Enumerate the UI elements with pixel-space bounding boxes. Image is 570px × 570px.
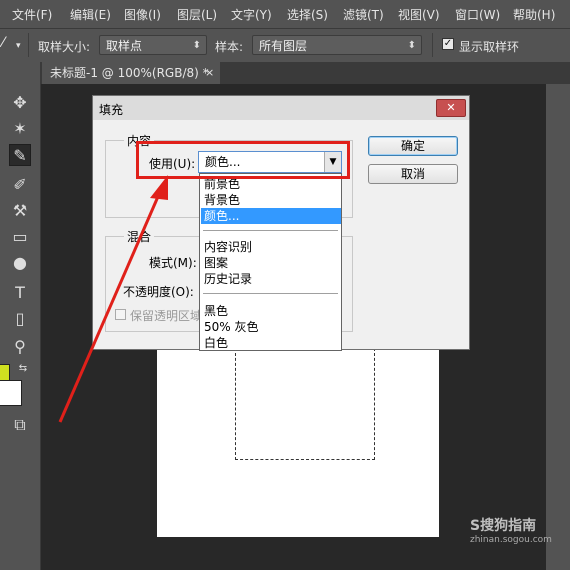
- panel-strip: [546, 84, 570, 570]
- option-content-aware[interactable]: 内容识别: [201, 239, 341, 255]
- show-ring-checkbox[interactable]: ✓: [442, 38, 454, 50]
- selection-marquee: [235, 348, 375, 460]
- options-bar: ⁄ ▾ 取样大小: 取样点 ⬍ 样本: 所有图层 ⬍ ✓ 显示取样环: [0, 29, 570, 63]
- chevron-updown-icon: ⬍: [407, 40, 416, 51]
- show-ring-label: 显示取样环: [459, 40, 520, 54]
- type-tool-icon[interactable]: T: [9, 282, 31, 304]
- blending-group-title: 混合: [124, 228, 155, 245]
- dialog-title: 填充: [99, 103, 124, 117]
- watermark: S搜狗指南 zhinan.sogou.com: [470, 515, 552, 545]
- menu-bar: 文件(F) 编辑(E) 图像(I) 图层(L) 文字(Y) 选择(S) 滤镜(T…: [0, 0, 570, 29]
- annotation-highlight-box: [136, 141, 350, 179]
- sample-size-value: 取样点: [106, 39, 143, 53]
- gradient-tool-icon[interactable]: ▭: [9, 226, 31, 248]
- menu-layer[interactable]: 图层(L): [177, 6, 217, 23]
- ok-button[interactable]: 确定: [368, 136, 458, 156]
- mode-label: 模式(M):: [149, 256, 197, 270]
- background-color-swatch[interactable]: [0, 380, 22, 406]
- menu-select[interactable]: 选择(S): [287, 6, 328, 23]
- option-history[interactable]: 历史记录: [201, 271, 341, 287]
- eyedropper-tool-icon[interactable]: ✎: [9, 144, 31, 166]
- option-50-gray[interactable]: 50% 灰色: [201, 319, 341, 335]
- dodge-tool-icon[interactable]: ●: [9, 252, 31, 274]
- option-pattern[interactable]: 图案: [201, 255, 341, 271]
- close-icon[interactable]: ✕: [436, 99, 466, 117]
- opacity-label: 不透明度(O):: [123, 285, 194, 299]
- use-dropdown-list: 前景色 背景色 颜色... 内容识别 图案 历史记录 黑色 50% 灰色 白色: [199, 173, 342, 351]
- brush-tool-icon[interactable]: ✐: [9, 174, 31, 196]
- menu-image[interactable]: 图像(I): [124, 6, 161, 23]
- menu-type[interactable]: 文字(Y): [231, 6, 272, 23]
- sample-size-label: 取样大小:: [38, 40, 91, 54]
- dropdown-divider: [203, 230, 338, 231]
- close-tab-icon[interactable]: ×: [205, 62, 214, 84]
- menu-filter[interactable]: 滤镜(T): [343, 6, 384, 23]
- document-tab-bar: 未标题-1 @ 100%(RGB/8) * ×: [40, 62, 570, 84]
- option-color[interactable]: 颜色...: [201, 208, 341, 224]
- document-tab-title: 未标题-1 @ 100%(RGB/8) *: [50, 66, 209, 80]
- eyedropper-preset-icon[interactable]: ⁄: [2, 35, 4, 51]
- watermark-url: zhinan.sogou.com: [470, 535, 552, 545]
- preserve-transparency-checkbox[interactable]: [115, 309, 126, 320]
- document-tab[interactable]: 未标题-1 @ 100%(RGB/8) * ×: [42, 62, 220, 84]
- option-white[interactable]: 白色: [201, 335, 341, 351]
- options-divider: [28, 33, 29, 57]
- tools-panel: ✥ ✶ ✎ ✐ ⚒ ▭ ● T ▯ ⚲ ⇆ ⧉: [0, 62, 41, 570]
- menu-file[interactable]: 文件(F): [12, 6, 52, 23]
- quick-mask-icon[interactable]: ⧉: [9, 414, 31, 436]
- move-tool-icon[interactable]: ✥: [9, 92, 31, 114]
- sample-label: 样本:: [215, 40, 244, 54]
- watermark-logo: S搜狗指南: [470, 518, 537, 534]
- option-background-color[interactable]: 背景色: [201, 192, 341, 208]
- options-divider: [432, 33, 433, 57]
- magic-wand-icon[interactable]: ✶: [9, 118, 31, 140]
- dropdown-divider: [203, 293, 338, 294]
- swap-colors-icon[interactable]: ⇆: [12, 358, 34, 380]
- option-black[interactable]: 黑色: [201, 303, 341, 319]
- rectangle-tool-icon[interactable]: ▯: [9, 308, 31, 330]
- preset-chevron-icon[interactable]: ▾: [16, 41, 21, 51]
- sample-select[interactable]: 所有图层 ⬍: [252, 35, 422, 55]
- chevron-updown-icon: ⬍: [192, 40, 201, 51]
- cancel-button[interactable]: 取消: [368, 164, 458, 184]
- zoom-tool-icon[interactable]: ⚲: [9, 336, 31, 358]
- clone-stamp-icon[interactable]: ⚒: [9, 200, 31, 222]
- preserve-transparency-label: 保留透明区域: [130, 309, 203, 323]
- dialog-title-bar[interactable]: 填充 ✕: [93, 96, 469, 120]
- sample-value: 所有图层: [259, 39, 308, 53]
- menu-view[interactable]: 视图(V): [398, 6, 440, 23]
- sample-size-select[interactable]: 取样点 ⬍: [99, 35, 207, 55]
- menu-edit[interactable]: 编辑(E): [70, 6, 111, 23]
- menu-help[interactable]: 帮助(H): [513, 6, 555, 23]
- menu-window[interactable]: 窗口(W): [455, 6, 500, 23]
